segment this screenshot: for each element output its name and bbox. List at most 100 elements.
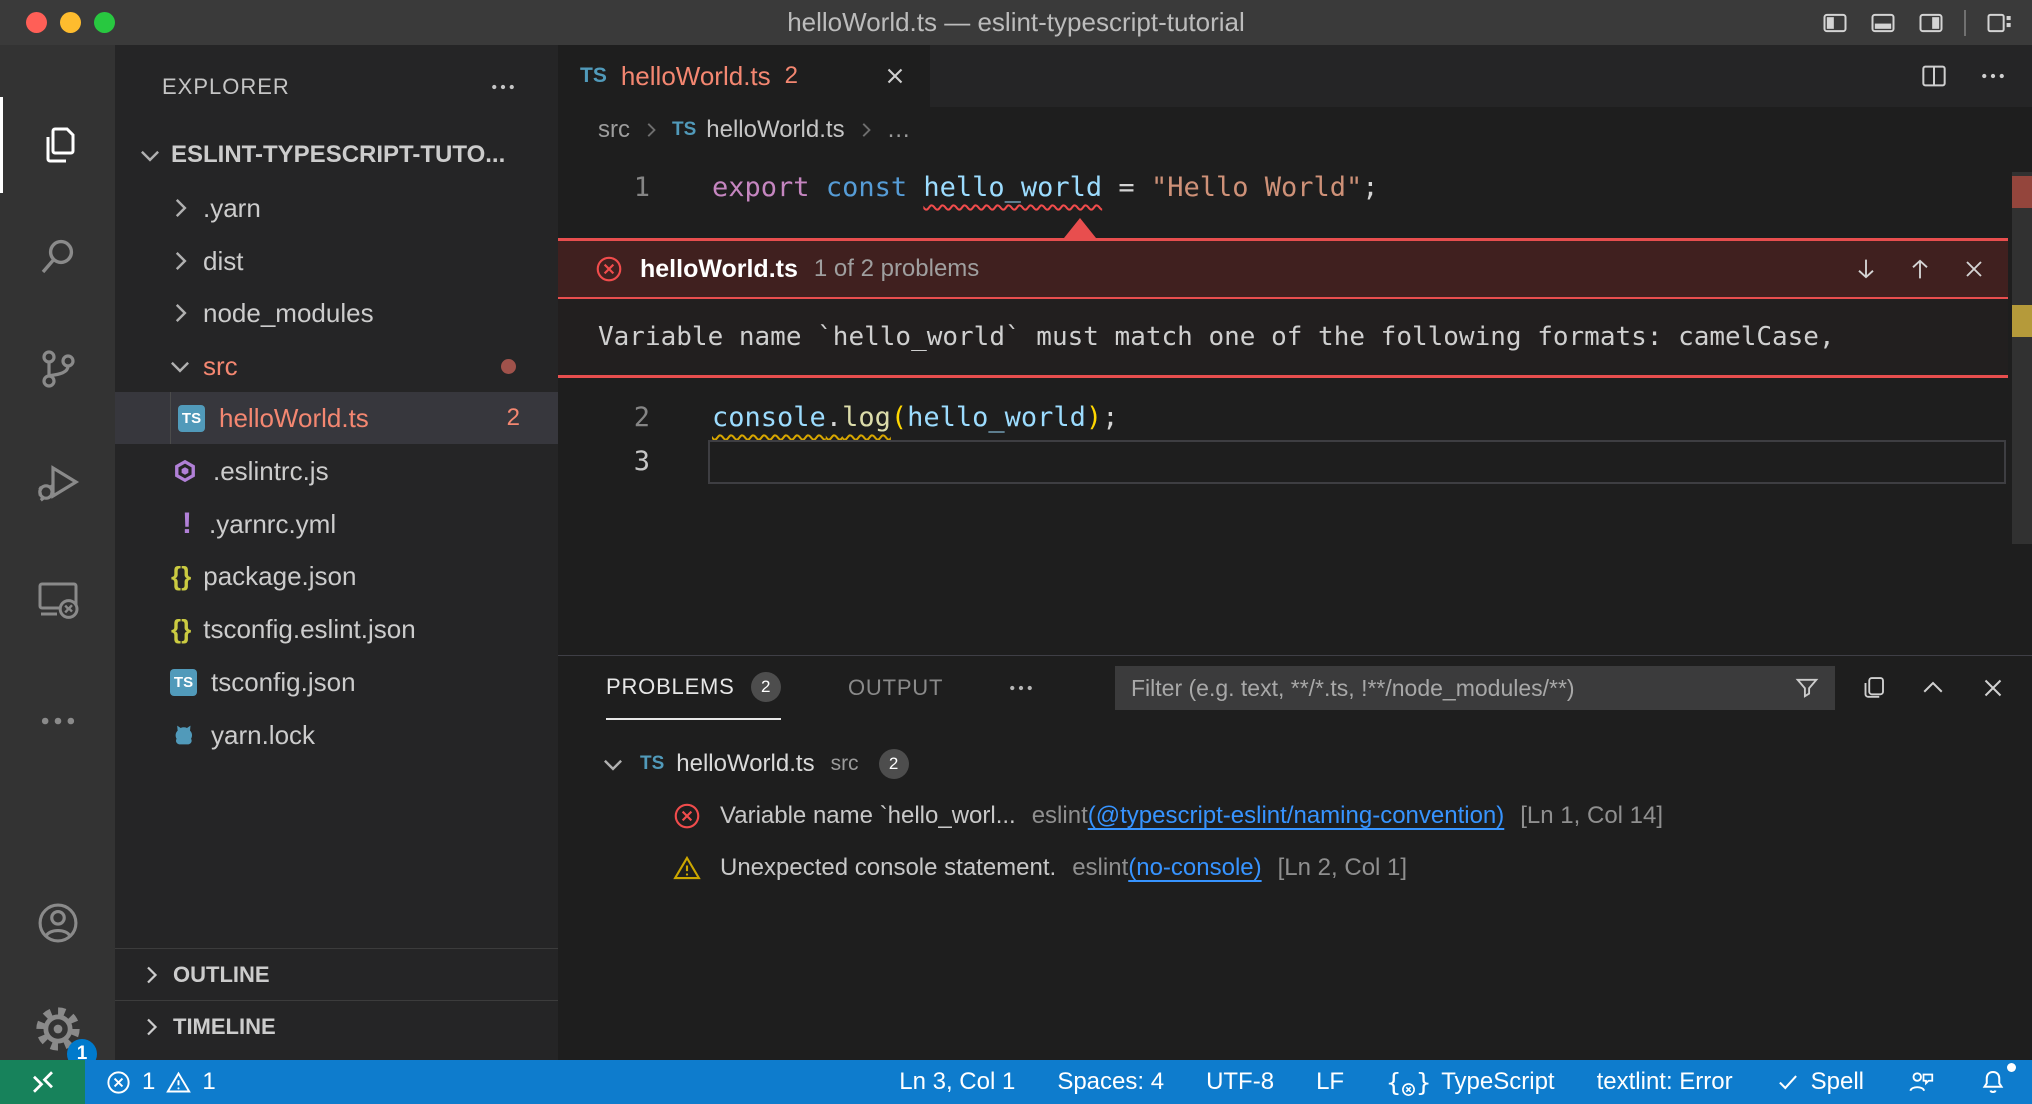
chevron-down-icon bbox=[600, 751, 626, 777]
maximize-panel-icon[interactable] bbox=[1918, 673, 1948, 703]
outline-section-header[interactable]: OUTLINE bbox=[115, 948, 558, 1000]
language-mode[interactable]: { } TypeScript bbox=[1376, 1060, 1565, 1104]
error-icon bbox=[594, 254, 624, 284]
tree-item-src-folder[interactable]: src bbox=[115, 340, 558, 392]
filter-input[interactable] bbox=[1115, 675, 1793, 702]
code-token: ( bbox=[891, 402, 907, 433]
problem-location: [Ln 2, Col 1] bbox=[1278, 854, 1407, 882]
next-problem-icon[interactable] bbox=[1852, 255, 1880, 283]
tree-item-tsconfig-eslint-json[interactable]: {} tsconfig.eslint.json bbox=[115, 603, 558, 655]
search-icon[interactable] bbox=[0, 209, 115, 305]
peek-problem-count: 1 of 2 problems bbox=[814, 255, 979, 283]
panel-more-tabs-icon[interactable] bbox=[1006, 656, 1036, 720]
previous-problem-icon[interactable] bbox=[1906, 255, 1934, 283]
explorer-more-icon[interactable] bbox=[488, 72, 518, 102]
tab-bar: TS helloWorld.ts 2 bbox=[558, 45, 2032, 107]
timeline-section-header[interactable]: TIMELINE bbox=[115, 1000, 558, 1052]
chevron-right-icon bbox=[640, 119, 662, 141]
toggle-primary-sidebar-icon[interactable] bbox=[1820, 9, 1850, 37]
file-label: tsconfig.eslint.json bbox=[203, 614, 415, 645]
code-token: ; bbox=[1362, 172, 1378, 203]
problems-summary[interactable]: 1 1 bbox=[95, 1060, 226, 1104]
problem-source: eslint bbox=[1032, 802, 1088, 830]
code-token: export bbox=[712, 172, 810, 203]
customize-layout-icon[interactable] bbox=[1984, 9, 2014, 37]
group-file-path: src bbox=[831, 752, 859, 776]
file-label: helloWorld.ts bbox=[219, 403, 369, 434]
scrollbar-slider[interactable] bbox=[2012, 172, 2032, 544]
accounts-icon[interactable] bbox=[0, 875, 115, 971]
source-control-icon[interactable] bbox=[0, 321, 115, 417]
tree-item-node-modules-folder[interactable]: node_modules bbox=[115, 287, 558, 339]
remote-explorer-icon[interactable] bbox=[0, 551, 115, 647]
close-panel-icon[interactable] bbox=[1978, 673, 2008, 703]
peek-message-row[interactable]: Variable name `hello_world` must match o… bbox=[558, 299, 2008, 375]
code-editor[interactable]: 1 export const hello_world = "Hello Worl… bbox=[558, 152, 2032, 655]
bottom-panel: PROBLEMS 2 OUTPUT bbox=[558, 655, 2032, 1060]
yarn-cat-icon bbox=[171, 721, 199, 749]
title-bar: helloWorld.ts — eslint-typescript-tutori… bbox=[0, 0, 2032, 45]
tree-item-eslintrc[interactable]: .eslintrc.js bbox=[115, 445, 558, 497]
editor-group: TS helloWorld.ts 2 src TS helloWorld.ts bbox=[558, 45, 2032, 1060]
toggle-secondary-sidebar-icon[interactable] bbox=[1916, 9, 1946, 37]
chevron-right-icon bbox=[139, 1015, 163, 1039]
chevron-down-icon bbox=[137, 142, 163, 168]
code-token-error: hello_world bbox=[923, 172, 1102, 203]
tree-item-helloworld-file[interactable]: TS helloWorld.ts 2 bbox=[115, 392, 558, 444]
textlint-status[interactable]: textlint: Error bbox=[1587, 1060, 1743, 1104]
tree-item-yarn-folder[interactable]: .yarn bbox=[115, 182, 558, 234]
tab-problems-badge: 2 bbox=[785, 62, 798, 90]
remote-indicator[interactable] bbox=[0, 1060, 85, 1104]
error-count: 1 bbox=[142, 1068, 155, 1096]
code-token-warning: console bbox=[712, 402, 826, 433]
tree-item-dist-folder[interactable]: dist bbox=[115, 235, 558, 287]
rule-link[interactable]: (no-console) bbox=[1128, 854, 1261, 882]
tree-item-package-json[interactable]: {} package.json bbox=[115, 550, 558, 602]
file-label: tsconfig.json bbox=[211, 667, 356, 698]
tree-item-yarnrc[interactable]: ! .yarnrc.yml bbox=[115, 498, 558, 550]
close-tab-icon[interactable] bbox=[882, 63, 908, 89]
tree-root-folder[interactable]: ESLINT-TYPESCRIPT-TUTO... bbox=[115, 129, 558, 181]
tree-item-tsconfig-json[interactable]: TS tsconfig.json bbox=[115, 656, 558, 708]
group-count-badge: 2 bbox=[879, 749, 909, 779]
tree-item-yarn-lock[interactable]: yarn.lock bbox=[115, 709, 558, 761]
filter-funnel-icon[interactable] bbox=[1793, 674, 1821, 702]
folder-label: node_modules bbox=[203, 298, 374, 329]
cursor-position[interactable]: Ln 3, Col 1 bbox=[889, 1060, 1025, 1104]
split-editor-icon[interactable] bbox=[1918, 60, 1950, 92]
tab-helloworld[interactable]: TS helloWorld.ts 2 bbox=[558, 45, 930, 107]
file-label: .yarnrc.yml bbox=[209, 509, 336, 540]
breadcrumb-symbol-more[interactable]: … bbox=[887, 116, 911, 144]
run-debug-icon[interactable] bbox=[0, 435, 115, 531]
feedback-icon[interactable] bbox=[1896, 1060, 1946, 1104]
indentation-setting[interactable]: Spaces: 4 bbox=[1047, 1060, 1174, 1104]
tab-problems[interactable]: PROBLEMS 2 bbox=[606, 656, 781, 720]
close-peek-icon[interactable] bbox=[1960, 255, 1988, 283]
problem-row-warning[interactable]: Unexpected console statement. eslint (no… bbox=[558, 842, 2032, 894]
peek-pointer bbox=[1064, 218, 1096, 238]
editor-more-actions-icon[interactable] bbox=[1978, 61, 2008, 91]
eol-setting[interactable]: LF bbox=[1306, 1060, 1354, 1104]
breadcrumb-folder[interactable]: src bbox=[598, 116, 630, 144]
warning-icon bbox=[165, 1069, 192, 1096]
tab-output[interactable]: OUTPUT bbox=[848, 656, 943, 720]
more-actions-icon[interactable] bbox=[0, 673, 115, 769]
chevron-right-icon bbox=[855, 119, 877, 141]
notifications-bell-icon[interactable] bbox=[1968, 1060, 2018, 1104]
json-braces-icon: {} bbox=[171, 561, 191, 592]
peek-file-name: helloWorld.ts bbox=[640, 255, 798, 284]
warning-icon bbox=[672, 853, 702, 883]
typescript-file-icon: TS bbox=[580, 64, 607, 88]
problem-source: eslint bbox=[1072, 854, 1128, 882]
encoding-setting[interactable]: UTF-8 bbox=[1196, 1060, 1284, 1104]
problem-row-error[interactable]: Variable name `hello_worl... eslint (@ty… bbox=[558, 790, 2032, 842]
breadcrumb-file[interactable]: helloWorld.ts bbox=[706, 116, 844, 144]
toggle-panel-icon[interactable] bbox=[1868, 9, 1898, 37]
editor-scrollbar[interactable] bbox=[2008, 152, 2032, 655]
rule-link[interactable]: (@typescript-eslint/naming-convention) bbox=[1088, 802, 1505, 830]
explorer-icon[interactable] bbox=[0, 97, 115, 193]
problems-file-group-row[interactable]: TS helloWorld.ts src 2 bbox=[558, 738, 2032, 790]
spell-checker-status[interactable]: Spell bbox=[1765, 1060, 1874, 1104]
section-label: TIMELINE bbox=[173, 1014, 276, 1040]
view-as-table-icon[interactable] bbox=[1858, 673, 1888, 703]
